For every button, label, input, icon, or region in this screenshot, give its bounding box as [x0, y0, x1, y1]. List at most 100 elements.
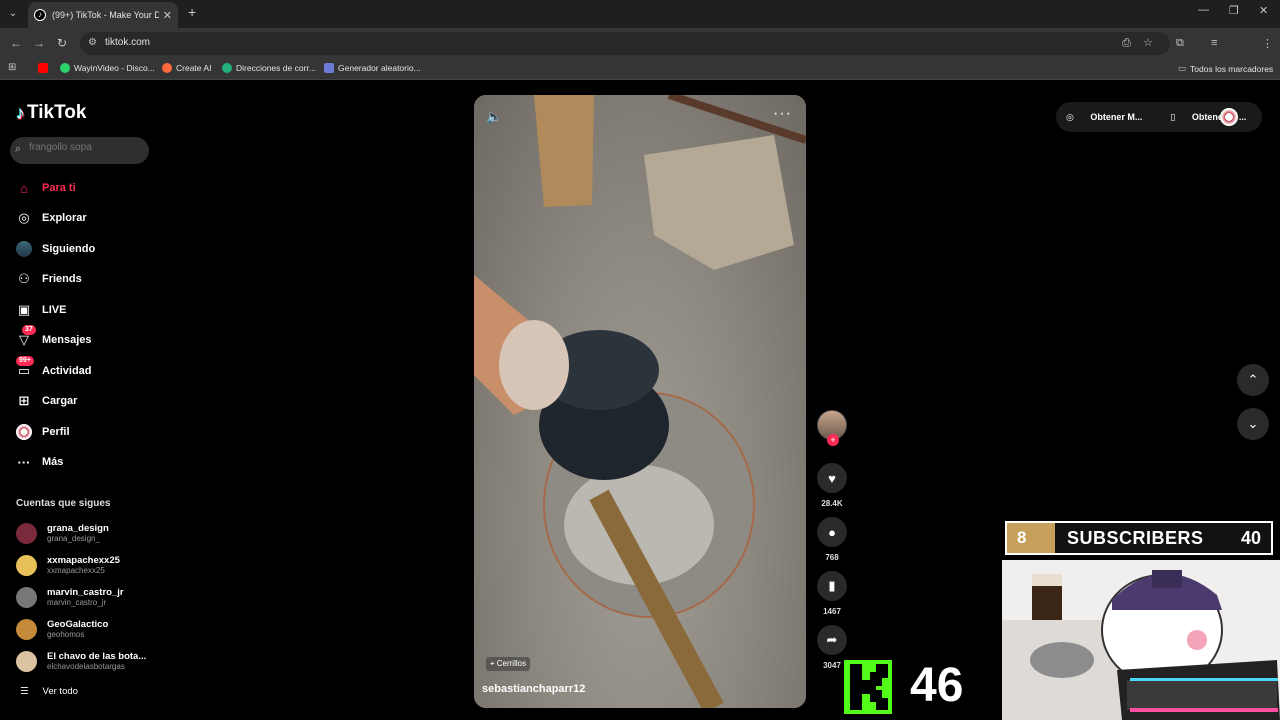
bookmark-icon: ▮: [817, 571, 847, 601]
following-account[interactable]: marvin_castro_jr marvin_castro_jr: [16, 584, 124, 610]
back-button[interactable]: ←: [10, 36, 22, 50]
bookmark-star-icon[interactable]: ☆: [1143, 36, 1153, 49]
list-icon: ☰: [20, 686, 29, 697]
tiktok-note-icon: ♪: [16, 102, 25, 123]
live-icon: ▣: [17, 302, 31, 317]
creator-avatar[interactable]: +: [816, 410, 848, 446]
subscriber-current: 8: [1007, 523, 1055, 553]
avatar: [16, 554, 37, 576]
like-button[interactable]: ♥ 28.4K: [816, 463, 848, 508]
bookmark-wayinvideo[interactable]: WayinVideo - Disco...: [60, 63, 155, 73]
generador-icon: [324, 63, 334, 73]
menu-perfil[interactable]: Perfil: [16, 422, 70, 442]
account-name: El chavo de las bota...: [47, 651, 147, 662]
get-app-button[interactable]: ▯ Obtener la ...: [1170, 112, 1260, 123]
new-tab-button[interactable]: +: [188, 4, 196, 20]
phone-icon: ▯: [1170, 111, 1178, 122]
menu-label: Cargar: [42, 395, 78, 407]
account-handle: geohomos: [47, 630, 85, 639]
mute-icon[interactable]: 🔈: [486, 109, 502, 125]
get-coins-button[interactable]: ◎ Obtener M...: [1066, 112, 1156, 123]
button-label: Obtener M...: [1090, 111, 1143, 122]
menu-label: Friends: [42, 273, 82, 285]
media-control-icon[interactable]: ≡: [1211, 37, 1217, 49]
menu-explorar[interactable]: ◎ Explorar: [16, 208, 86, 228]
following-account[interactable]: GeoGalactico geohomos: [16, 616, 108, 642]
following-account[interactable]: El chavo de las bota... elchavodelasbotar…: [16, 648, 146, 674]
kick-follower-count: 46: [910, 659, 964, 712]
save-button[interactable]: ▮ 1467: [816, 571, 848, 616]
menu-cargar[interactable]: ⊞ Cargar: [16, 391, 78, 411]
comment-icon: ●: [817, 517, 847, 547]
bookmark-label: Direcciones de corr...: [236, 63, 316, 73]
apps-grid-icon[interactable]: ⊞: [8, 62, 16, 73]
menu-label: LIVE: [42, 304, 67, 316]
youtube-icon: [38, 63, 48, 73]
previous-video-button[interactable]: ⌃: [1237, 364, 1269, 396]
logo-text: TikTok: [27, 102, 87, 123]
tab-search-button[interactable]: ⌄: [4, 5, 22, 23]
install-app-icon[interactable]: ⎙: [1122, 37, 1131, 50]
extensions-icon[interactable]: ⧉: [1176, 37, 1184, 50]
wayinvideo-icon: [60, 63, 70, 73]
search-input[interactable]: [29, 142, 144, 153]
upload-icon: ⊞: [18, 393, 30, 408]
browser-tab-strip: ⌄ ♪ (99+) TikTok - Make Your Day ✕ + — ❐…: [0, 0, 1280, 28]
account-name: grana_design: [47, 523, 109, 534]
more-options-icon[interactable]: ···: [773, 105, 792, 123]
menu-friends[interactable]: ⚇ Friends: [16, 269, 82, 289]
bookmark-youtube[interactable]: [38, 63, 52, 73]
browser-tab[interactable]: ♪ (99+) TikTok - Make Your Day ✕: [28, 2, 178, 28]
all-bookmarks-folder[interactable]: ▭ Todos los marcadores: [1178, 63, 1273, 74]
bookmark-label: Todos los marcadores: [1190, 63, 1274, 74]
messages-icon: ▽ 37: [16, 325, 36, 348]
minimize-button[interactable]: —: [1198, 4, 1209, 16]
friends-icon: ⚇: [18, 271, 30, 286]
streamer-cam-overlay: [1002, 560, 1280, 720]
next-video-button[interactable]: ⌄: [1237, 408, 1269, 440]
bookmark-direcciones[interactable]: Direcciones de corr...: [222, 63, 316, 73]
comment-button[interactable]: ● 768: [816, 517, 848, 562]
address-bar[interactable]: ⚙ tiktok.com ⎙ ☆: [80, 32, 1170, 55]
tiktok-logo[interactable]: ♪ TikTok: [16, 102, 86, 124]
menu-siguiendo[interactable]: Siguiendo: [16, 239, 95, 259]
menu-mensajes[interactable]: ▽ 37 Mensajes: [16, 325, 92, 350]
following-account[interactable]: xxmapachexx25 xxmapachexx25: [16, 552, 120, 578]
follow-plus-icon[interactable]: +: [827, 434, 839, 446]
forward-button[interactable]: →: [33, 36, 45, 50]
avatar: +: [817, 410, 847, 446]
direcciones-icon: [222, 63, 232, 73]
subscriber-goal: 40: [1240, 527, 1261, 548]
tab-close-icon[interactable]: ✕: [163, 9, 172, 22]
menu-label: Mensajes: [42, 334, 92, 346]
tiktok-favicon-icon: ♪: [34, 9, 46, 21]
account-name: xxmapachexx25: [47, 555, 120, 566]
see-all-button[interactable]: ☰ Ver todo: [20, 686, 78, 697]
menu-label: Siguiendo: [42, 243, 96, 255]
menu-para-ti[interactable]: ⌂ Para ti: [16, 178, 76, 198]
location-tag[interactable]: ⌖ Cerrillos: [486, 657, 531, 671]
share-icon: ➦: [817, 625, 847, 655]
following-account[interactable]: grana_design grana_design_: [16, 520, 109, 546]
chevron-up-icon: ⌃: [1247, 372, 1259, 387]
menu-live[interactable]: ▣ LIVE: [16, 300, 67, 320]
avatar: [16, 618, 37, 640]
browser-toolbar: ← → ↻ ⚙ tiktok.com ⎙ ☆ ⧉ ≡ ⋮: [0, 28, 1280, 78]
video-author[interactable]: sebastianchaparr12: [482, 683, 585, 695]
menu-actividad[interactable]: ▭ 99+ Actividad: [16, 356, 92, 381]
avatar[interactable]: [1220, 108, 1238, 126]
bookmark-create-ai[interactable]: Create AI: [162, 63, 211, 73]
video-player[interactable]: 🔈 ··· ⌖ Cerrillos sebastianchaparr12: [474, 95, 806, 708]
menu-mas[interactable]: ··· Más: [16, 452, 64, 472]
browser-menu-icon[interactable]: ⋮: [1262, 37, 1273, 50]
account-handle: marvin_castro_jr: [47, 598, 107, 607]
reload-button[interactable]: ↻: [57, 36, 67, 50]
search-box[interactable]: ⌕: [10, 137, 149, 164]
close-window-button[interactable]: ✕: [1259, 4, 1268, 17]
restore-button[interactable]: ❐: [1229, 4, 1239, 17]
following-icon: [16, 241, 32, 257]
site-info-icon[interactable]: ⚙: [88, 37, 97, 48]
location-pin-icon: ⌖: [490, 659, 497, 668]
bookmark-generador[interactable]: Generador aleatorio...: [324, 63, 421, 73]
coin-icon: ◎: [1066, 111, 1077, 122]
